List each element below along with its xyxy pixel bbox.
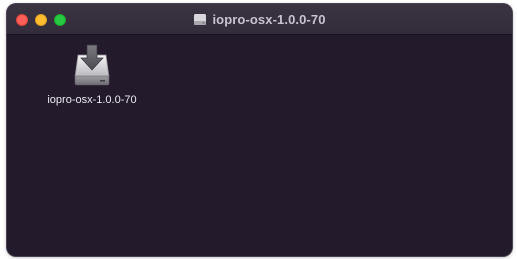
window-title: iopro-osx-1.0.0-70	[212, 12, 326, 27]
installer-disk-icon[interactable]	[72, 43, 112, 87]
window-title-group: iopro-osx-1.0.0-70	[7, 12, 512, 27]
finder-window: iopro-osx-1.0.0-70 iopro-osx-1.0.0-70	[7, 4, 512, 256]
file-item[interactable]: iopro-osx-1.0.0-70	[37, 43, 147, 106]
title-bar[interactable]: iopro-osx-1.0.0-70	[7, 4, 512, 35]
finder-content-area[interactable]: iopro-osx-1.0.0-70	[7, 35, 512, 256]
disk-image-icon	[194, 14, 207, 25]
file-item-label: iopro-osx-1.0.0-70	[47, 94, 137, 106]
